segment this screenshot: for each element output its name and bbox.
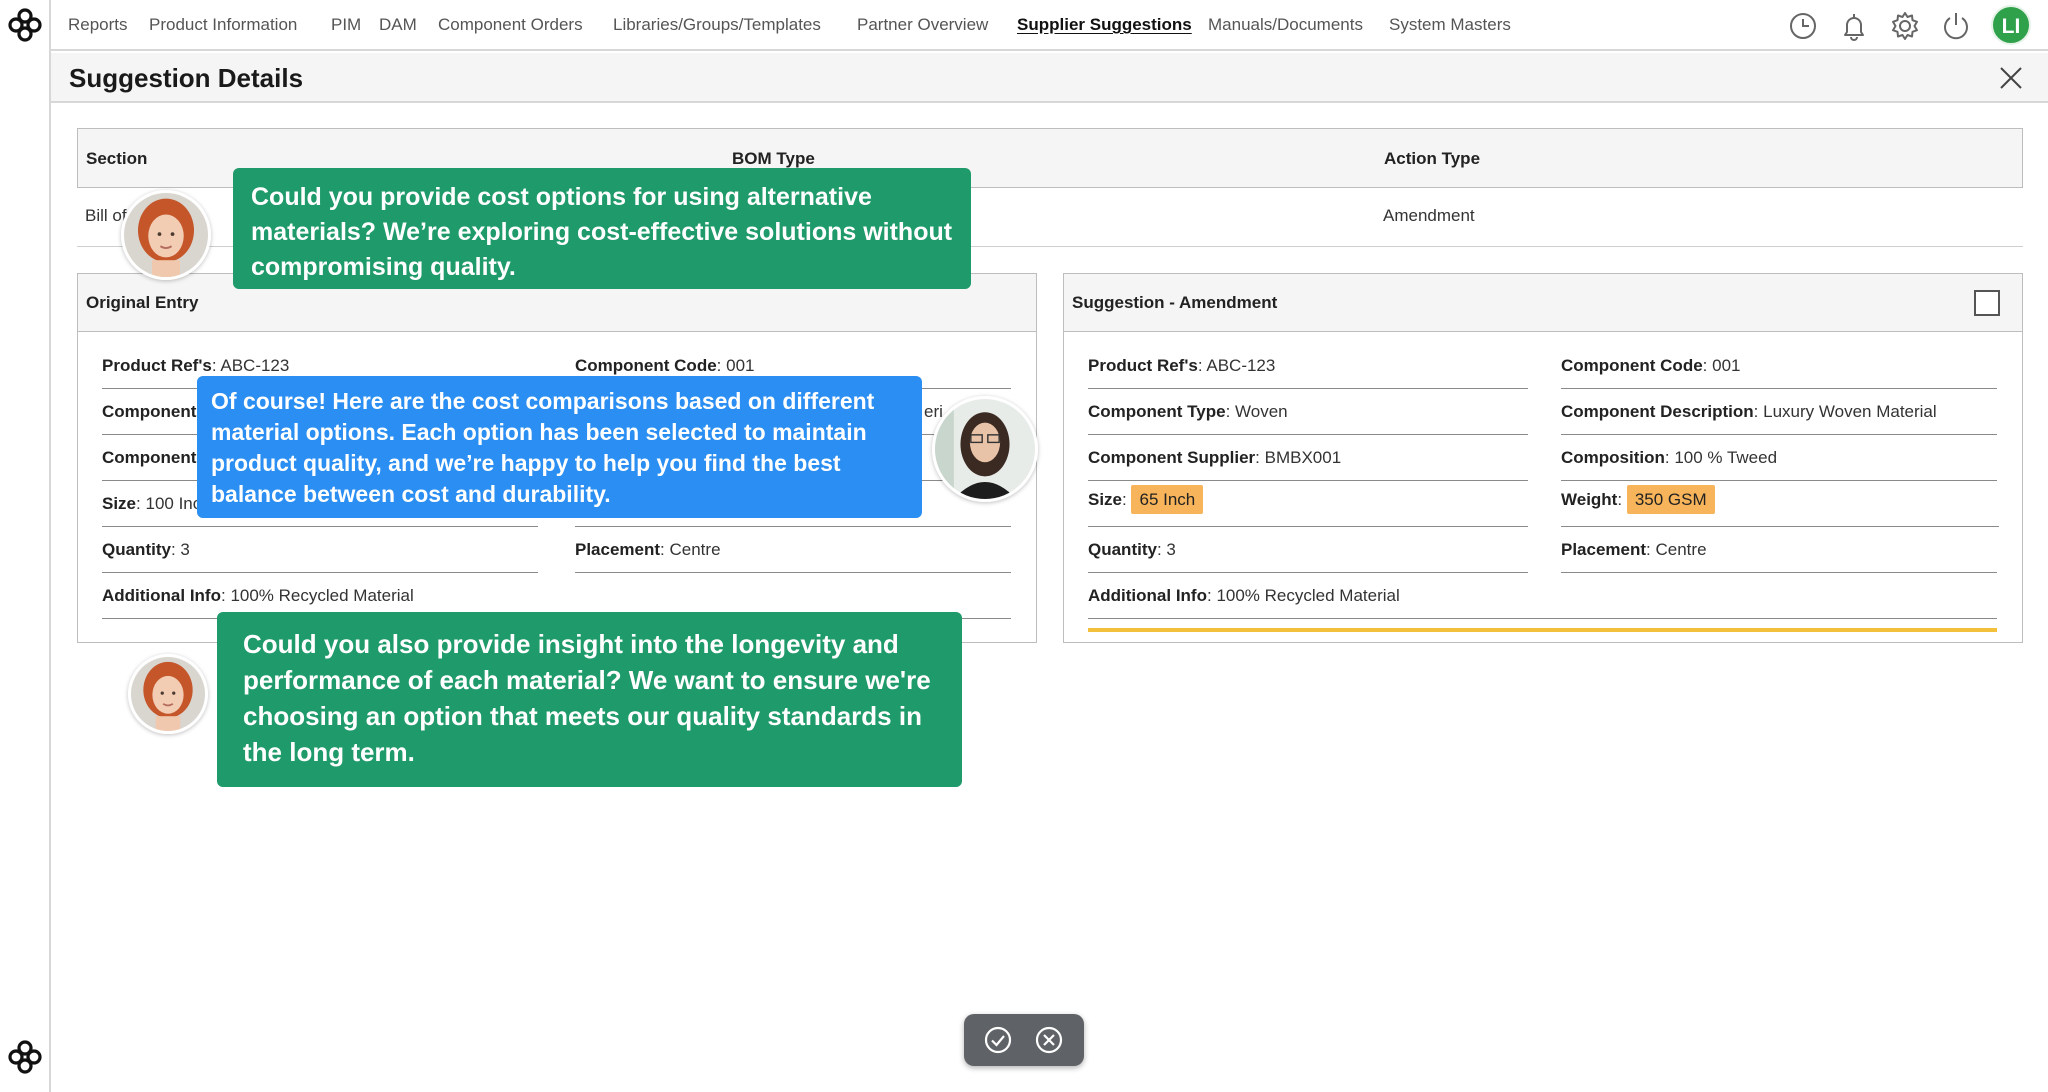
original-entry-title: Original Entry bbox=[86, 293, 199, 312]
field-quantity: Quantity: 3 bbox=[102, 528, 538, 573]
field-size: Size: 65 Inch bbox=[1088, 482, 1528, 527]
chat-message-supplier: Of course! Here are the cost comparisons… bbox=[197, 376, 922, 518]
field-composition: Composition: 100 % Tweed bbox=[1561, 436, 1997, 481]
customer-avatar bbox=[128, 654, 208, 734]
field-component-description: Component Description: Luxury Woven Mate… bbox=[1561, 390, 1997, 435]
bell-icon[interactable] bbox=[1838, 10, 1870, 42]
field-additional-info: Additional Info: 100% Recycled Material bbox=[1088, 574, 1997, 619]
accept-reject-toolbar bbox=[964, 1014, 1084, 1066]
nav-item-manuals-documents[interactable]: Manuals/Documents bbox=[1208, 15, 1363, 35]
accept-suggestion-checkbox[interactable] bbox=[1974, 290, 2000, 316]
panel-header: Suggestion Details bbox=[51, 53, 2048, 103]
field-component-supplier: Component Supplier: BMBX001 bbox=[1088, 436, 1528, 481]
check-circle-icon[interactable] bbox=[983, 1025, 1013, 1055]
top-navigation: Reports Product Information PIM DAM Comp… bbox=[51, 0, 2048, 51]
amendment-indicator-line bbox=[1088, 628, 1997, 632]
column-header-section: Section bbox=[86, 149, 148, 168]
column-header-action-type: Action Type bbox=[1384, 149, 1481, 168]
user-avatar[interactable]: LI bbox=[1991, 5, 2031, 45]
nav-item-reports[interactable]: Reports bbox=[68, 15, 128, 35]
page-title: Suggestion Details bbox=[69, 63, 304, 93]
power-icon[interactable] bbox=[1940, 10, 1972, 42]
changed-value-badge: 350 GSM bbox=[1626, 485, 1715, 514]
cell-action-type: Amendment bbox=[1383, 206, 1475, 225]
cell-section: Bill of bbox=[85, 206, 127, 225]
gear-icon[interactable] bbox=[1889, 10, 1921, 42]
field-product-refs: Product Ref's: ABC-123 bbox=[1088, 344, 1528, 389]
chat-message-customer: Could you also provide insight into the … bbox=[217, 612, 962, 787]
suggestion-amendment-card: Suggestion - Amendment Product Ref's: AB… bbox=[1063, 273, 2023, 643]
nav-item-product-information[interactable]: Product Information bbox=[149, 15, 297, 35]
chat-message-customer: Could you provide cost options for using… bbox=[233, 168, 971, 289]
supplier-avatar bbox=[932, 396, 1038, 502]
column-header-bom-type: BOM Type bbox=[732, 149, 815, 168]
close-icon[interactable] bbox=[1997, 64, 2025, 92]
field-component-code: Component Code: 001 bbox=[1561, 344, 1997, 389]
field-placement: Placement: Centre bbox=[1561, 528, 1997, 573]
left-rail bbox=[0, 0, 51, 1092]
nav-item-pim[interactable]: PIM bbox=[331, 15, 361, 35]
x-circle-icon[interactable] bbox=[1034, 1025, 1064, 1055]
history-icon[interactable] bbox=[1787, 10, 1819, 42]
nav-item-component-orders[interactable]: Component Orders bbox=[438, 15, 583, 35]
app-logo-icon[interactable] bbox=[8, 8, 42, 42]
changed-value-badge: 65 Inch bbox=[1131, 485, 1204, 514]
field-placement: Placement: Centre bbox=[575, 528, 1011, 573]
field-component-type: Component Type: Woven bbox=[1088, 390, 1528, 435]
nav-item-dam[interactable]: DAM bbox=[379, 15, 417, 35]
field-weight: Weight: 350 GSM bbox=[1561, 482, 1999, 527]
nav-item-system-masters[interactable]: System Masters bbox=[1389, 15, 1511, 35]
suggestion-title: Suggestion - Amendment bbox=[1072, 293, 1278, 312]
field-quantity: Quantity: 3 bbox=[1088, 528, 1528, 573]
nav-item-partner-overview[interactable]: Partner Overview bbox=[857, 15, 988, 35]
nav-item-libraries-groups-templates[interactable]: Libraries/Groups/Templates bbox=[613, 15, 821, 35]
suggestion-header: Suggestion - Amendment bbox=[1064, 274, 2022, 332]
customer-avatar bbox=[121, 190, 211, 280]
nav-item-supplier-suggestions[interactable]: Supplier Suggestions bbox=[1017, 15, 1192, 35]
app-logo-icon[interactable] bbox=[8, 1040, 42, 1074]
